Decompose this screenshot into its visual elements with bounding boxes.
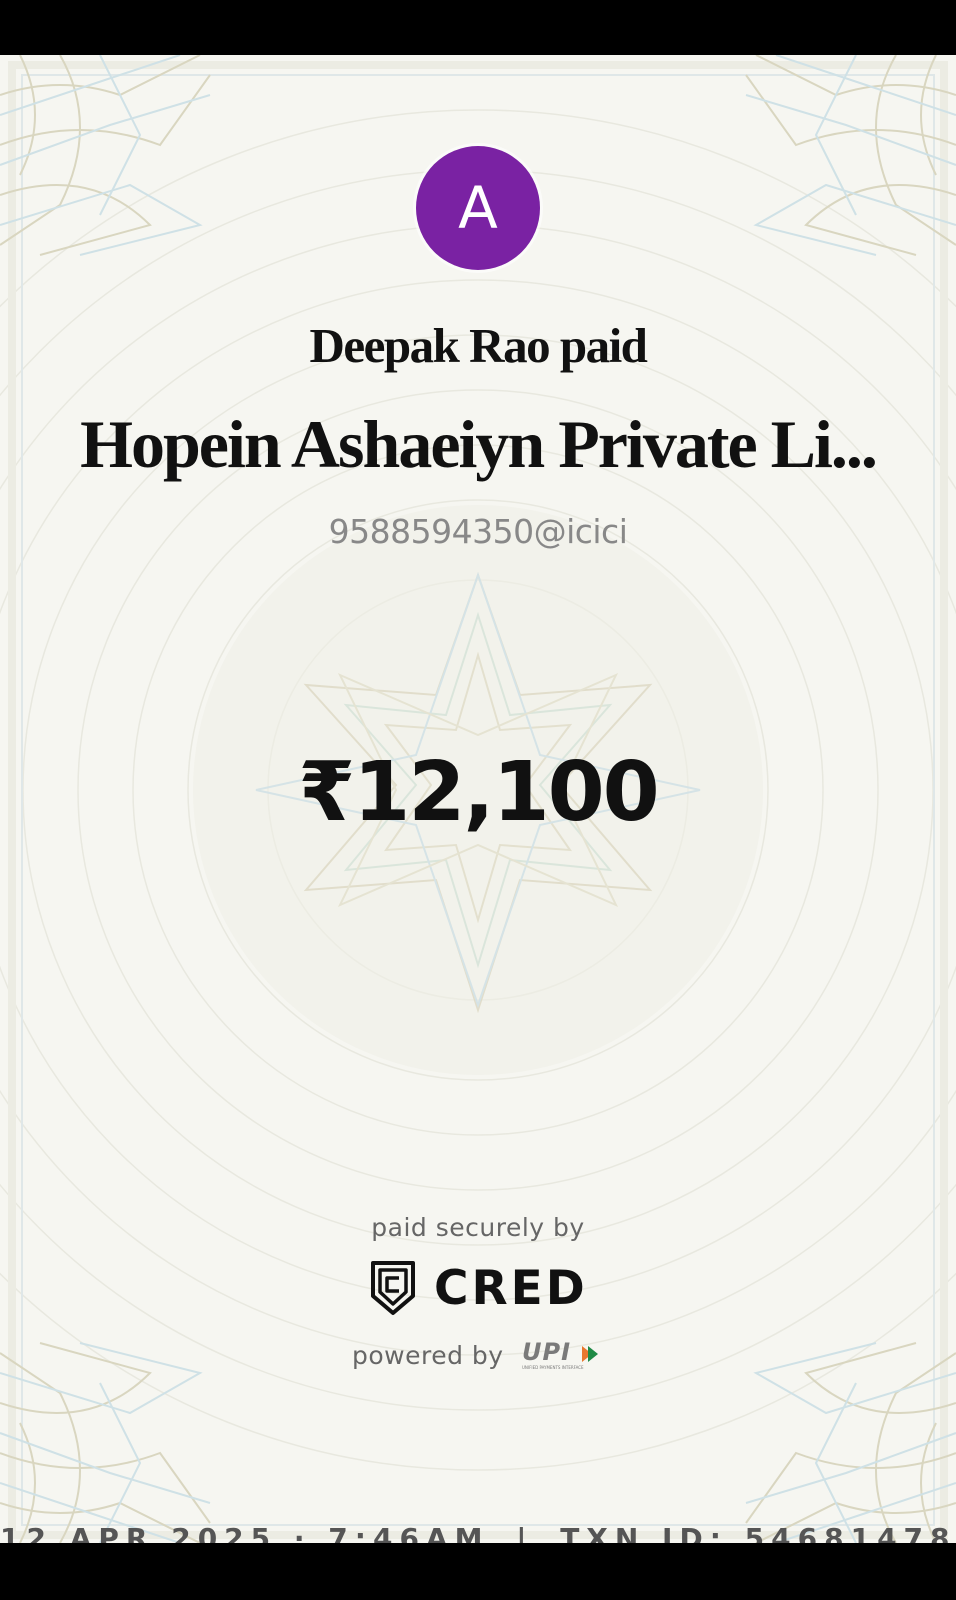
payer-line: Deepak Rao paid xyxy=(309,318,648,373)
status-bar xyxy=(0,0,956,55)
payee-name: Hopein Ashaeiyn Private Li... xyxy=(80,406,878,482)
powered-by-label: powered by xyxy=(352,1340,504,1370)
transaction-date-time: 12 APR 2025 · 7:46AM xyxy=(0,1522,490,1543)
footer-separator: | xyxy=(516,1522,534,1543)
navigation-bar xyxy=(0,1543,956,1600)
transaction-id: TXN ID: 546814788234 xyxy=(560,1522,956,1543)
payer-avatar: A xyxy=(416,146,540,270)
upi-logo-text: UPI xyxy=(522,1338,571,1366)
upi-tagline-text: UNIFIED PAYMENTS INTERFACE xyxy=(522,1365,584,1370)
cred-brand-name: CRED xyxy=(434,1260,588,1316)
transaction-footer: 12 APR 2025 · 7:46AM | TXN ID: 546814788… xyxy=(0,1522,956,1543)
powered-by-upi: powered by UPI UNIFIED PAYMENTS INTERFAC… xyxy=(352,1338,600,1372)
cred-shield-icon xyxy=(371,1261,415,1315)
payee-upi-id: 9588594350@icici xyxy=(328,512,628,551)
cred-logo: CRED xyxy=(370,1258,588,1318)
payment-receipt-card: A Deepak Rao paid Hopein Ashaeiyn Privat… xyxy=(0,55,956,1543)
payment-amount: ₹12,100 xyxy=(298,745,659,840)
paid-securely-label: paid securely by xyxy=(371,1213,585,1242)
upi-logo-icon: UPI UNIFIED PAYMENTS INTERFACE xyxy=(522,1338,598,1370)
